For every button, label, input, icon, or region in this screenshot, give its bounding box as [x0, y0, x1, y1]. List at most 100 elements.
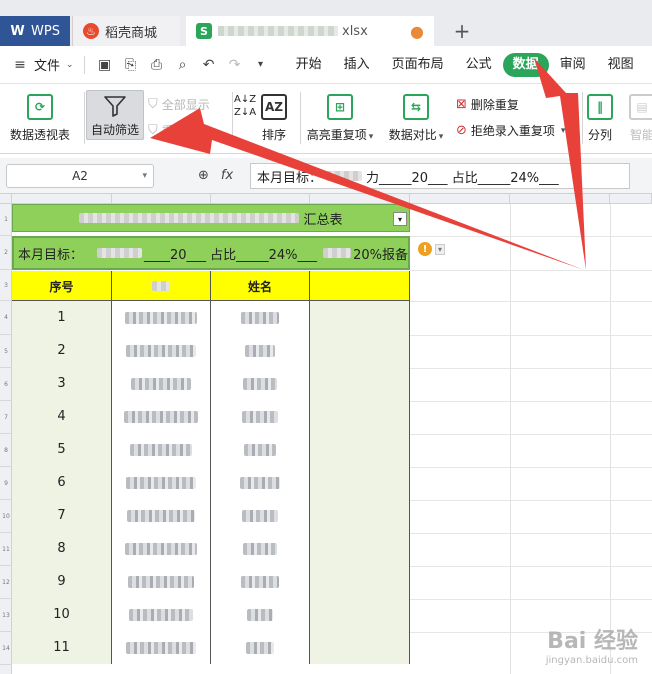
row-number[interactable]: 8	[0, 434, 12, 467]
print-preview-icon[interactable]: ⌕	[173, 55, 193, 75]
empty-cell[interactable]	[310, 334, 410, 367]
header-cell-blurred[interactable]	[112, 271, 211, 301]
seq-cell[interactable]: 8	[12, 532, 112, 565]
name-cell[interactable]	[211, 367, 310, 400]
row-number[interactable]: 3	[0, 270, 12, 301]
empty-cell[interactable]	[310, 631, 410, 664]
column-header-c[interactable]	[211, 194, 310, 204]
zoom-formula-icon[interactable]: ⊕	[198, 168, 209, 183]
header-cell-name[interactable]: 姓名	[211, 271, 310, 301]
row-number[interactable]: 4	[0, 301, 12, 335]
highlight-duplicates-button[interactable]: ⊞ 高亮重复项 ▾	[304, 94, 376, 143]
data-compare-button[interactable]: ⇆ 数据对比 ▾	[386, 94, 446, 143]
seq-cell[interactable]: 9	[12, 565, 112, 598]
column-header-d[interactable]	[310, 194, 410, 204]
row-number[interactable]: 11	[0, 533, 12, 566]
save-icon[interactable]: ▣	[95, 55, 115, 75]
seq-cell[interactable]: 6	[12, 466, 112, 499]
seq-cell[interactable]: 2	[12, 334, 112, 367]
empty-cell[interactable]	[310, 499, 410, 532]
seq-cell[interactable]: 1	[12, 301, 112, 334]
empty-cell[interactable]	[310, 565, 410, 598]
error-check-button[interactable]: ! ▾	[418, 241, 448, 257]
blurred-cell[interactable]	[112, 565, 211, 598]
seq-cell[interactable]: 11	[12, 631, 112, 664]
tab-view[interactable]: 视图	[597, 53, 645, 77]
row-number[interactable]: 10	[0, 500, 12, 533]
name-cell[interactable]	[211, 301, 310, 334]
row-number[interactable]: 1	[0, 204, 12, 236]
tab-page-layout[interactable]: 页面布局	[381, 53, 455, 77]
row-number[interactable]: 7	[0, 401, 12, 434]
empty-cell[interactable]	[310, 433, 410, 466]
seq-cell[interactable]: 3	[12, 367, 112, 400]
column-header-g[interactable]	[610, 194, 652, 204]
row-number[interactable]: 14	[0, 632, 12, 665]
name-cell[interactable]	[211, 532, 310, 565]
tab-wps[interactable]: W WPS	[0, 16, 70, 46]
blurred-cell[interactable]	[112, 532, 211, 565]
new-tab-button[interactable]: +	[442, 16, 482, 46]
row-number[interactable]: 2	[0, 236, 12, 270]
tab-spreadsheet-file[interactable]: S xlsx ●	[186, 16, 434, 46]
row-number[interactable]: 12	[0, 566, 12, 599]
name-cell[interactable]	[211, 499, 310, 532]
file-menu-button[interactable]: ≡ 文件 ⌄	[10, 55, 73, 75]
empty-cell[interactable]	[310, 532, 410, 565]
seq-cell[interactable]: 5	[12, 433, 112, 466]
empty-cell[interactable]	[310, 367, 410, 400]
sort-button[interactable]: AZ 排序	[258, 94, 290, 143]
reject-duplicates-button[interactable]: ⊘ 拒绝录入重复项 ▾	[456, 122, 565, 139]
name-cell[interactable]	[211, 631, 310, 664]
monthly-target-cell[interactable]: 本月目标： ____20___ 占比_____24%___ 20%报备	[12, 236, 410, 270]
export-icon[interactable]: ⎘	[121, 55, 141, 75]
formula-input[interactable]: 本月目标： 力_____20___ 占比_____24%___	[250, 163, 630, 189]
tab-insert[interactable]: 插入	[333, 53, 381, 77]
name-cell[interactable]	[211, 598, 310, 631]
select-all-corner[interactable]	[0, 194, 12, 204]
blurred-cell[interactable]	[112, 466, 211, 499]
row-number[interactable]: 6	[0, 368, 12, 401]
row-number[interactable]: 13	[0, 599, 12, 632]
name-box[interactable]: A2 ▾	[6, 164, 154, 188]
column-header-f[interactable]	[510, 194, 610, 204]
row-number[interactable]: 5	[0, 335, 12, 368]
name-cell[interactable]	[211, 433, 310, 466]
undo-icon[interactable]: ↶	[199, 55, 219, 75]
name-cell[interactable]	[211, 334, 310, 367]
smart-tool-button[interactable]: ▤ 智能	[622, 94, 652, 143]
column-header-a[interactable]	[12, 194, 112, 204]
empty-cell[interactable]	[310, 466, 410, 499]
row-number[interactable]: 9	[0, 467, 12, 500]
empty-cell[interactable]	[310, 301, 410, 334]
blurred-cell[interactable]	[112, 499, 211, 532]
tab-data[interactable]: 数据	[502, 52, 549, 77]
sort-asc-desc-buttons[interactable]: A↓Z Z↓A	[234, 94, 256, 118]
blurred-cell[interactable]	[112, 400, 211, 433]
header-cell-empty[interactable]	[310, 271, 410, 301]
tab-daoke-store[interactable]: ♨ 稻壳商城	[72, 16, 180, 46]
print-icon[interactable]: ⎙	[147, 55, 167, 75]
autofilter-button[interactable]: 自动筛选	[86, 90, 144, 140]
seq-cell[interactable]: 7	[12, 499, 112, 532]
blurred-cell[interactable]	[112, 301, 211, 334]
seq-cell[interactable]: 4	[12, 400, 112, 433]
empty-cell[interactable]	[310, 400, 410, 433]
blurred-cell[interactable]	[112, 367, 211, 400]
customize-chevron-icon[interactable]: ▾	[251, 55, 271, 75]
tab-formulas[interactable]: 公式	[455, 53, 503, 77]
tab-home[interactable]: 开始	[285, 53, 333, 77]
redo-icon[interactable]: ↷	[225, 55, 245, 75]
split-column-button[interactable]: ‖ 分列	[584, 94, 616, 143]
sheet-title-cell[interactable]: 汇总表 ▾	[12, 204, 410, 232]
blurred-cell[interactable]	[112, 598, 211, 631]
remove-duplicates-button[interactable]: ⊠ 删除重复	[456, 96, 519, 113]
pivot-table-button[interactable]: ⟳ 数据透视表	[8, 94, 72, 143]
header-cell-seq[interactable]: 序号	[12, 271, 112, 301]
blurred-cell[interactable]	[112, 631, 211, 664]
column-header-b[interactable]	[112, 194, 211, 204]
tab-review[interactable]: 审阅	[549, 53, 597, 77]
show-all-button[interactable]: ⛉ 全部显示	[148, 96, 210, 113]
column-header-e[interactable]	[410, 194, 510, 204]
empty-cell[interactable]	[310, 598, 410, 631]
